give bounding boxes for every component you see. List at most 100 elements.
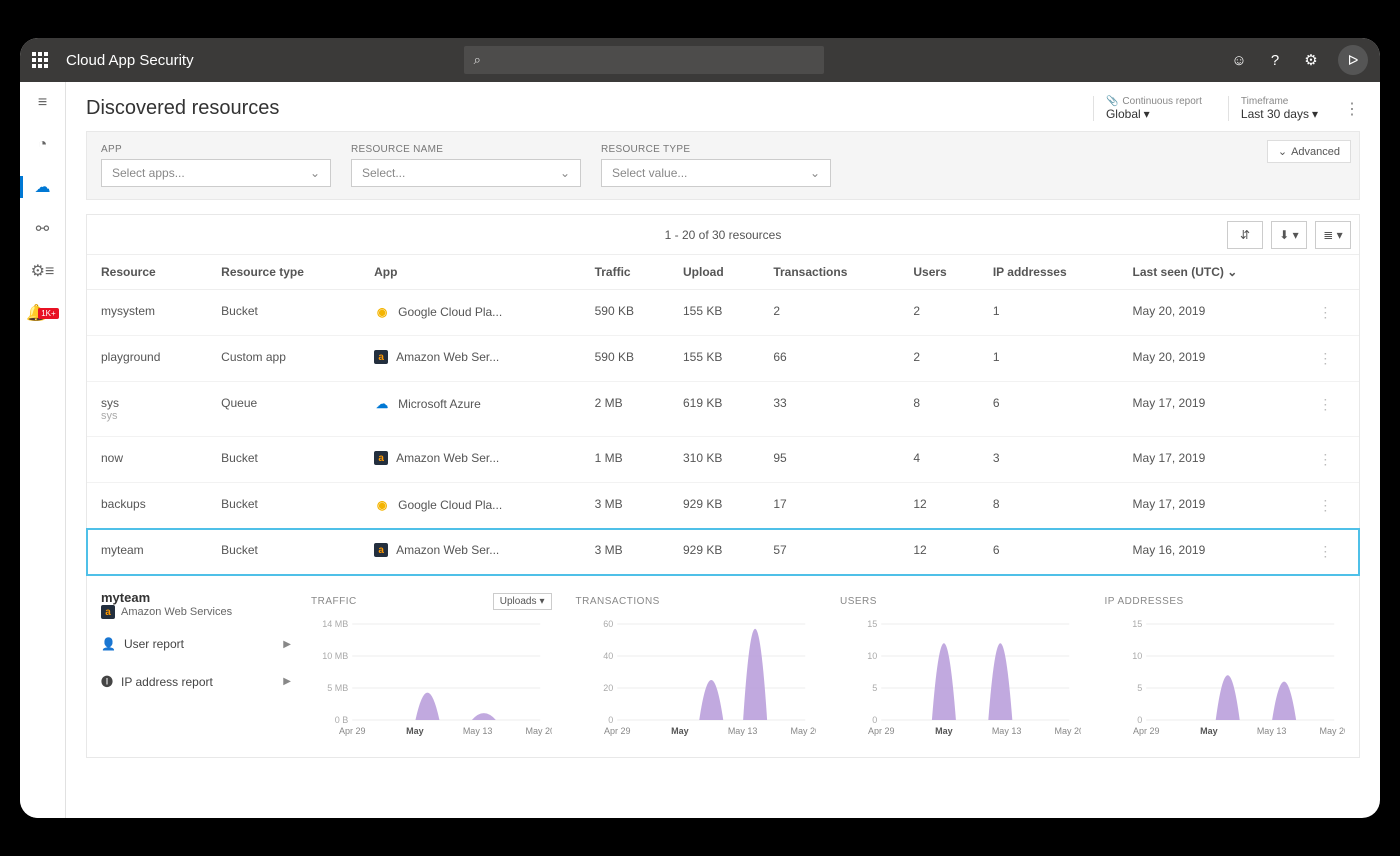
timeframe-dropdown[interactable]: Last 30 days▾: [1241, 107, 1318, 121]
aws-icon: a: [101, 605, 115, 619]
filter-app-label: APP: [101, 144, 331, 155]
svg-text:14 MB: 14 MB: [322, 619, 348, 629]
sidebar-control[interactable]: ⚙≡: [20, 256, 65, 286]
chevron-right-icon: ▶: [283, 639, 291, 650]
chevron-down-icon: ▾: [1312, 107, 1318, 121]
svg-text:May 13: May 13: [463, 726, 493, 736]
table-row[interactable]: nowBucketaAmazon Web Ser...1 MB310 KB954…: [87, 437, 1359, 483]
chart-title: USERS: [840, 596, 877, 607]
continuous-report-dropdown[interactable]: Global▾: [1106, 107, 1202, 121]
gcp-icon: ◉: [374, 304, 390, 320]
svg-text:0 B: 0 B: [335, 715, 349, 725]
sidebar-dashboard[interactable]: ◔: [20, 130, 65, 160]
user-report-link[interactable]: 👤User report ▶: [101, 633, 291, 655]
gcp-icon: ◉: [374, 497, 390, 513]
chevron-down-icon: ⌄: [560, 166, 570, 180]
table-row[interactable]: myteamBucketaAmazon Web Ser...3 MB929 KB…: [87, 529, 1359, 575]
svg-text:Apr 29: Apr 29: [339, 726, 366, 736]
chart-users: USERS151050Apr 29MayMay 13May 20: [840, 590, 1081, 743]
svg-text:10: 10: [867, 651, 877, 661]
detail-provider: Amazon Web Services: [121, 606, 232, 618]
search-input[interactable]: ⌕: [464, 46, 824, 74]
table-download-button[interactable]: ⬇ ▾: [1271, 221, 1307, 249]
avatar[interactable]: ᐅ: [1338, 45, 1368, 75]
col-app[interactable]: App: [364, 255, 584, 290]
feedback-icon[interactable]: ☺: [1230, 51, 1248, 69]
sidebar-investigate[interactable]: ⚯: [20, 214, 65, 244]
chevron-down-icon: ⌄: [810, 166, 820, 180]
aws-icon: a: [374, 451, 388, 465]
filter-resname-select[interactable]: Select...⌄: [351, 159, 581, 187]
chart-transactions: TRANSACTIONS6040200Apr 29MayMay 13May 20: [576, 590, 817, 743]
table-row[interactable]: syssysQueue☁Microsoft Azure2 MB619 KB338…: [87, 382, 1359, 437]
col-ips[interactable]: IP addresses: [983, 255, 1123, 290]
help-icon[interactable]: ?: [1266, 51, 1284, 69]
top-bar: Cloud App Security ⌕ ☺ ? ⚙ ᐅ: [20, 38, 1380, 82]
chevron-down-icon: ⌄: [1227, 265, 1237, 279]
user-icon: 👤: [101, 637, 116, 651]
traffic-mode-select[interactable]: Uploads ▾: [493, 593, 552, 610]
col-tx[interactable]: Transactions: [763, 255, 903, 290]
page-title: Discovered resources: [86, 97, 1093, 120]
svg-text:May 20: May 20: [1319, 726, 1345, 736]
aws-icon: a: [374, 350, 388, 364]
svg-text:May 20: May 20: [1054, 726, 1080, 736]
col-type[interactable]: Resource type: [211, 255, 364, 290]
aws-icon: a: [374, 543, 388, 557]
row-more-menu[interactable]: ⋮: [1318, 396, 1332, 412]
menu-toggle-icon[interactable]: ≡: [20, 88, 65, 118]
chart-ip addresses: IP ADDRESSES151050Apr 29MayMay 13May 20: [1105, 590, 1346, 743]
table-view-button[interactable]: ≣ ▾: [1315, 221, 1351, 249]
app-frame: Cloud App Security ⌕ ☺ ? ⚙ ᐅ ≡ ◔ ☁ ⚯ ⚙≡ …: [20, 38, 1380, 818]
page-more-menu[interactable]: ⋮: [1344, 99, 1360, 119]
row-more-menu[interactable]: ⋮: [1318, 304, 1332, 320]
col-upload[interactable]: Upload: [673, 255, 763, 290]
advanced-toggle[interactable]: ⌄Advanced: [1267, 140, 1351, 163]
svg-text:10 MB: 10 MB: [322, 651, 348, 661]
settings-icon[interactable]: ⚙: [1302, 51, 1320, 69]
filter-restype-label: RESOURCE TYPE: [601, 144, 831, 155]
row-more-menu[interactable]: ⋮: [1318, 350, 1332, 366]
chart-traffic: TRAFFICUploads ▾14 MB10 MB5 MB0 BApr 29M…: [311, 590, 552, 743]
filter-app-select[interactable]: Select apps...⌄: [101, 159, 331, 187]
svg-text:20: 20: [603, 683, 613, 693]
chart-title: IP ADDRESSES: [1105, 596, 1184, 607]
table-density-button[interactable]: ⇵: [1227, 221, 1263, 249]
filter-bar: APP Select apps...⌄ RESOURCE NAME Select…: [86, 131, 1360, 200]
sidebar: ≡ ◔ ☁ ⚯ ⚙≡ 🔔1K+: [20, 82, 66, 818]
link-icon: 📎: [1106, 96, 1118, 107]
detail-resource-name: myteam: [101, 590, 291, 605]
ip-icon: 🅘: [101, 673, 113, 690]
row-more-menu[interactable]: ⋮: [1318, 451, 1332, 467]
sidebar-discover[interactable]: ☁: [20, 172, 65, 202]
chart-title: TRANSACTIONS: [576, 596, 660, 607]
table-count: 1 - 20 of 30 resources: [665, 228, 782, 242]
chevron-down-icon: ▾: [539, 596, 544, 607]
col-resource[interactable]: Resource: [87, 255, 211, 290]
detail-panel: myteam a Amazon Web Services 👤User report…: [86, 576, 1360, 758]
table-row[interactable]: playgroundCustom appaAmazon Web Ser...59…: [87, 336, 1359, 382]
svg-text:Apr 29: Apr 29: [1132, 726, 1159, 736]
svg-text:May: May: [935, 726, 953, 736]
filter-restype-select[interactable]: Select value...⌄: [601, 159, 831, 187]
row-more-menu[interactable]: ⋮: [1318, 543, 1332, 559]
timeframe-label: Timeframe: [1241, 96, 1318, 107]
sidebar-alerts[interactable]: 🔔1K+: [20, 298, 65, 328]
app-launcher-icon[interactable]: [32, 52, 48, 68]
col-users[interactable]: Users: [903, 255, 982, 290]
svg-text:5 MB: 5 MB: [327, 683, 348, 693]
svg-text:5: 5: [1137, 683, 1142, 693]
ip-report-link[interactable]: 🅘IP address report ▶: [101, 669, 291, 694]
table-row[interactable]: backupsBucket◉Google Cloud Pla...3 MB929…: [87, 483, 1359, 529]
svg-text:15: 15: [867, 619, 877, 629]
table-row[interactable]: mysystemBucket◉Google Cloud Pla...590 KB…: [87, 290, 1359, 336]
svg-text:15: 15: [1132, 619, 1142, 629]
chevron-down-icon: ⌄: [1278, 145, 1287, 158]
svg-text:May 13: May 13: [1256, 726, 1286, 736]
col-traffic[interactable]: Traffic: [585, 255, 673, 290]
azure-icon: ☁: [374, 396, 390, 412]
search-icon: ⌕: [474, 52, 481, 68]
col-lastseen[interactable]: Last seen (UTC) ⌄: [1123, 255, 1309, 290]
row-more-menu[interactable]: ⋮: [1318, 497, 1332, 513]
svg-text:May: May: [671, 726, 689, 736]
